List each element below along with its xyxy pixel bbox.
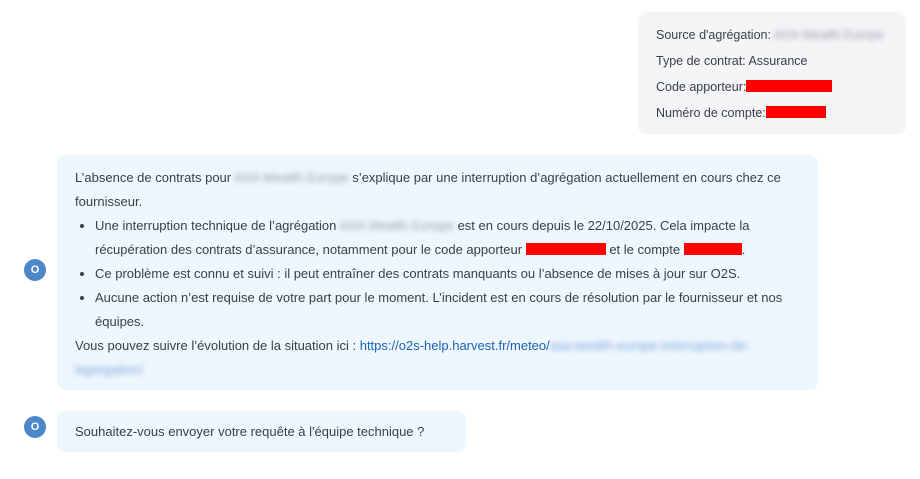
source-label: Source d'agrégation: xyxy=(656,28,771,42)
code-redaction xyxy=(746,80,833,92)
assistant-avatar: O xyxy=(24,259,46,281)
assistant-follow-up: Vous pouvez suivre l’évolution de la sit… xyxy=(75,334,800,382)
assistant-avatar: O xyxy=(24,416,46,438)
user-message-bubble: Source d'agrégation: AXA Wealth Europe T… xyxy=(638,12,906,134)
assistant-question-bubble: Souhaitez-vous envoyer votre requête à l… xyxy=(57,411,466,452)
bullet1-text: Une interruption technique de l’agrégati… xyxy=(95,218,340,233)
code-label: Code apporteur: xyxy=(656,80,747,94)
assistant-message-bubble: L’absence de contrats pour AXA Wealth Eu… xyxy=(57,155,818,390)
account-row: Numéro de compte: xyxy=(656,104,888,130)
follow-text: Vous pouvez suivre l’évolution de la sit… xyxy=(75,338,360,353)
meteo-link-text: https://o2s-help.harvest.fr/meteo/ xyxy=(359,338,550,353)
question-text: Souhaitez-vous envoyer votre requête à l… xyxy=(75,424,425,439)
list-item: Aucune action n’est requise de votre par… xyxy=(95,286,800,334)
source-row: Source d'agrégation: AXA Wealth Europe xyxy=(656,26,888,52)
bullet1-provider: AXA Wealth Europe xyxy=(339,218,454,233)
contract-type-value: Assurance xyxy=(748,54,808,68)
contract-type-row: Type de contrat: Assurance xyxy=(656,52,888,78)
code-redaction-inline xyxy=(525,243,606,255)
bullet1-and: et le compte xyxy=(605,242,684,257)
contract-type-label: Type de contrat: xyxy=(656,54,746,68)
code-row: Code apporteur: xyxy=(656,78,888,104)
assistant-intro: L’absence de contrats pour AXA Wealth Eu… xyxy=(75,166,800,214)
intro-text: L’absence de contrats pour xyxy=(75,170,235,185)
account-label: Numéro de compte: xyxy=(656,106,766,120)
bullet1-end: . xyxy=(741,242,746,257)
account-redaction xyxy=(765,106,826,118)
list-item: Une interruption technique de l’agrégati… xyxy=(95,214,800,262)
source-value: AXA Wealth Europe xyxy=(773,28,885,42)
intro-provider: AXA Wealth Europe xyxy=(234,170,349,185)
account-redaction-inline xyxy=(683,243,742,255)
assistant-bullet-list: Une interruption technique de l’agrégati… xyxy=(75,214,800,334)
list-item: Ce problème est connu et suivi : il peut… xyxy=(95,262,800,286)
